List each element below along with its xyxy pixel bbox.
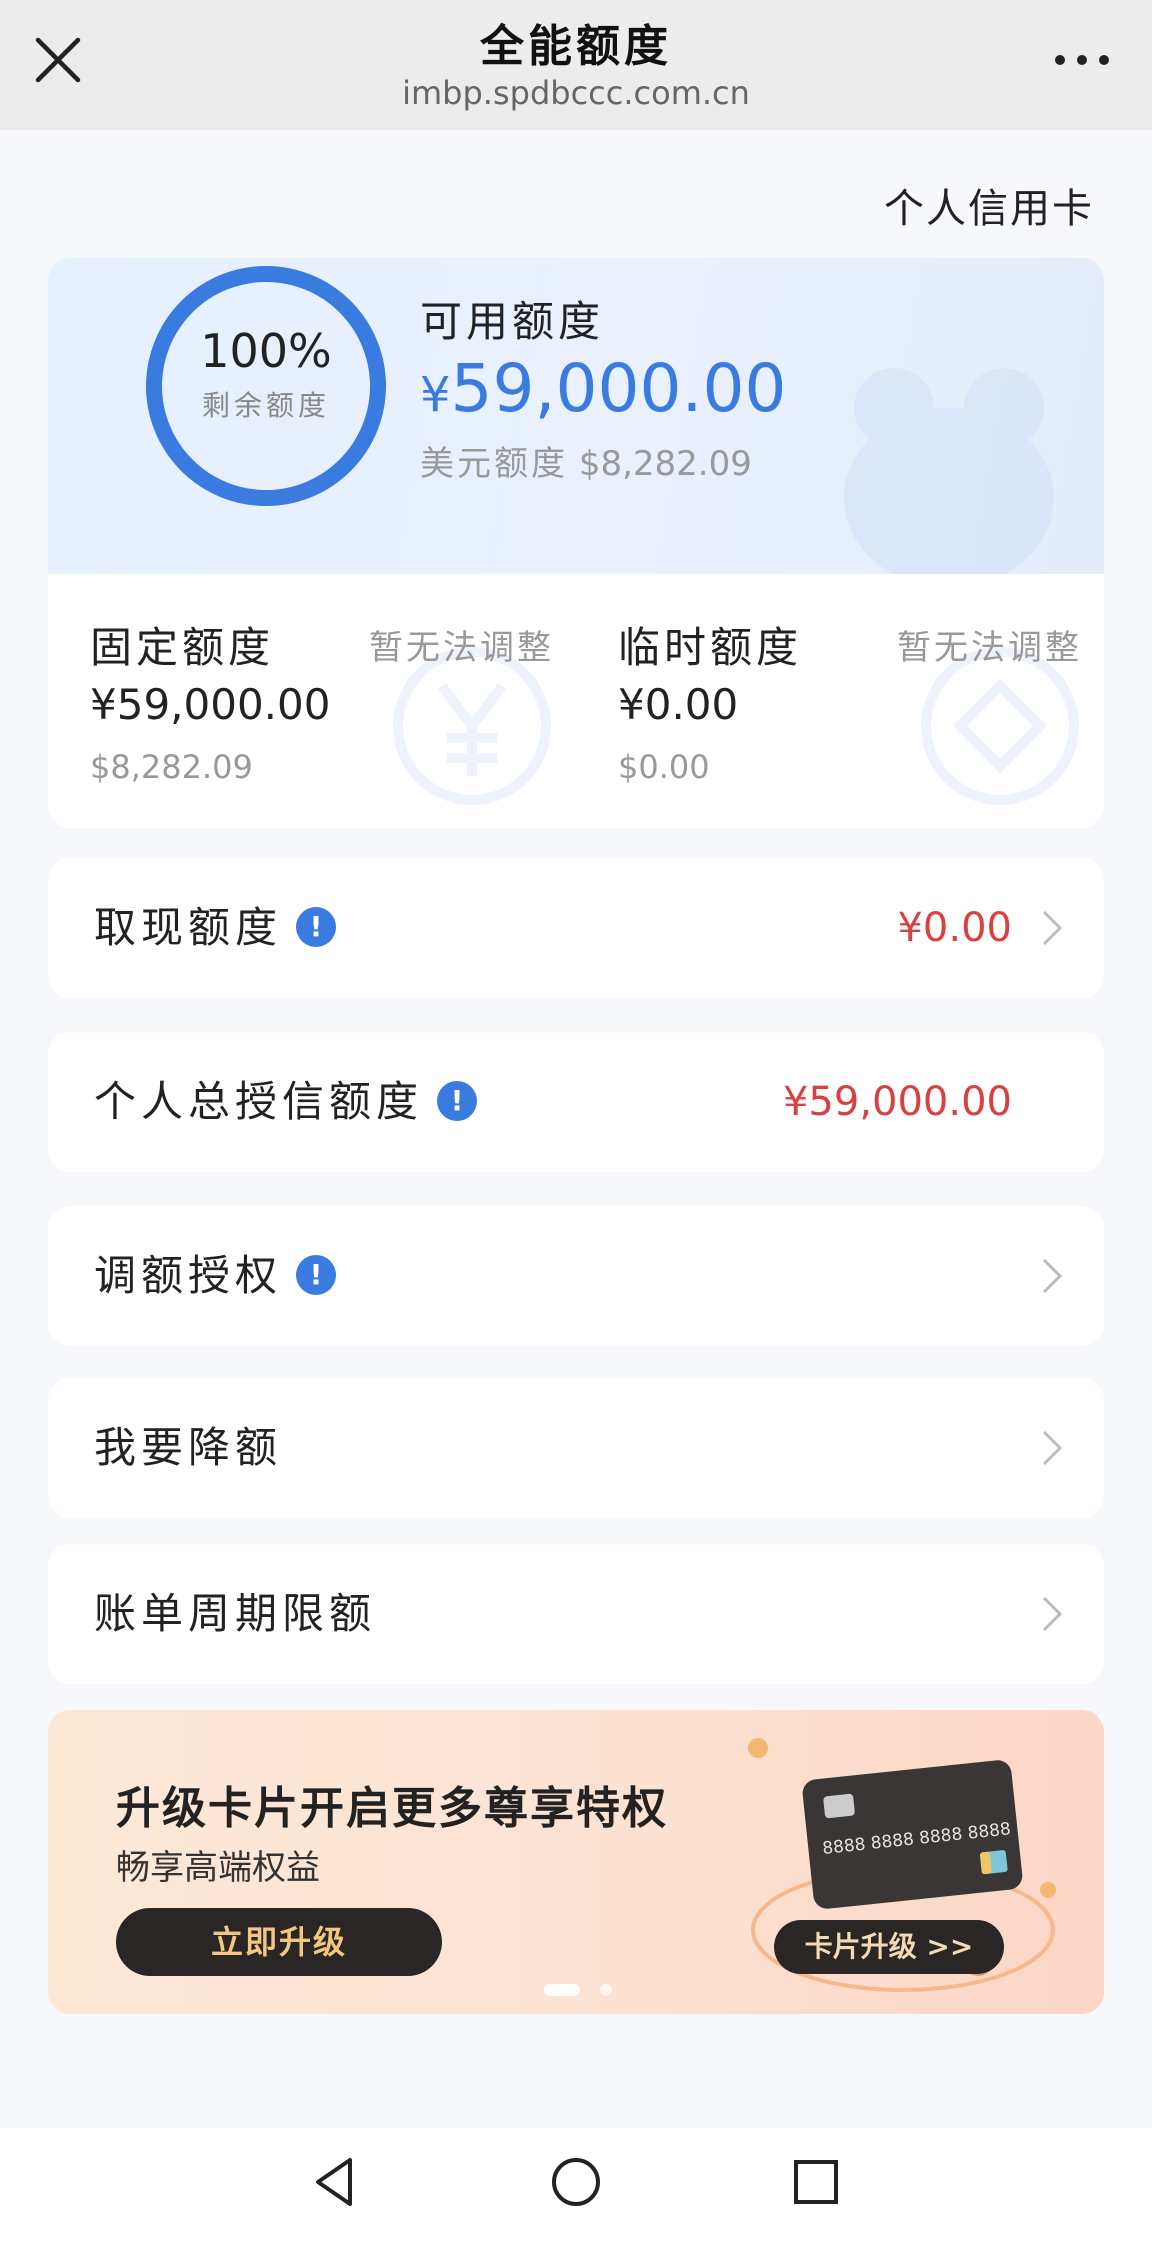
temporary-limit-note: 暂无法调整 xyxy=(897,628,1082,668)
banner-title: 升级卡片开启更多尊享特权 xyxy=(116,1783,668,1834)
card-type-selector[interactable]: 个人信用卡 xyxy=(884,176,1094,234)
banner-subtitle: 畅享高端权益 xyxy=(116,1848,320,1888)
carousel-dot-active xyxy=(544,1984,580,1996)
row-label: 调额授权 xyxy=(94,1251,283,1300)
upgrade-banner[interactable]: 升级卡片开启更多尊享特权 畅享高端权益 立即升级 8888 8888 8888 … xyxy=(48,1710,1104,2014)
available-limit-label: 可用额度 xyxy=(420,297,605,346)
info-icon[interactable]: ! xyxy=(296,907,337,947)
chevron-right-icon xyxy=(1042,1430,1063,1466)
billing-cycle-limit-row[interactable]: 账单周期限额 xyxy=(48,1544,1104,1684)
fixed-limit-panel: 固定额度 暂无法调整 ¥59,000.00 $8,282.09 xyxy=(48,574,578,828)
info-icon[interactable]: ! xyxy=(437,1081,478,1121)
page-title: 全能额度 xyxy=(480,21,672,72)
available-limit-panel: 100% 剩余额度 可用额度 ¥59,000.00 美元额度 $8,282.09 xyxy=(48,258,1104,574)
fixed-limit-note: 暂无法调整 xyxy=(369,628,554,668)
diamond-coin-icon xyxy=(921,647,1079,805)
chevron-right-icon xyxy=(1042,910,1063,946)
available-limit-amount: ¥59,000.00 xyxy=(420,350,787,427)
back-icon[interactable] xyxy=(304,2150,368,2214)
row-label: 个人总授信额度 xyxy=(94,1077,424,1126)
upgrade-now-button[interactable]: 立即升级 xyxy=(116,1908,442,1976)
row-label: 我要降额 xyxy=(94,1423,283,1472)
row-label: 取现额度 xyxy=(94,903,283,952)
carousel-dot xyxy=(600,1984,612,1996)
total-credit-row[interactable]: 个人总授信额度! ¥59,000.00 xyxy=(48,1032,1104,1172)
fixed-limit-amount: ¥59,000.00 xyxy=(90,680,331,729)
mascot-watermark-icon xyxy=(844,368,1054,574)
card-upgrade-badge[interactable]: 卡片升级 >> xyxy=(774,1920,1004,1974)
system-nav-bar xyxy=(0,2128,1152,2247)
reduce-limit-row[interactable]: 我要降额 xyxy=(48,1378,1104,1518)
recents-icon[interactable] xyxy=(784,2150,848,2214)
fixed-limit-title: 固定额度 xyxy=(90,623,275,672)
page-url: imbp.spdbccc.com.cn xyxy=(402,74,750,112)
fixed-limit-usd: $8,282.09 xyxy=(90,748,253,786)
chevron-right-icon xyxy=(1042,1596,1063,1632)
usd-limit: 美元额度 $8,282.09 xyxy=(420,444,752,484)
limit-card: 100% 剩余额度 可用额度 ¥59,000.00 美元额度 $8,282.09… xyxy=(48,258,1104,828)
temporary-limit-title: 临时额度 xyxy=(618,623,803,672)
limit-adjust-auth-row[interactable]: 调额授权! xyxy=(48,1206,1104,1346)
more-icon[interactable] xyxy=(1052,50,1112,70)
row-label: 账单周期限额 xyxy=(94,1589,377,1638)
yuan-coin-icon xyxy=(393,647,551,805)
info-icon[interactable]: ! xyxy=(296,1255,337,1295)
home-icon[interactable] xyxy=(544,2150,608,2214)
temporary-limit-panel: 临时额度 暂无法调整 ¥0.00 $0.00 xyxy=(576,574,1104,828)
carousel-indicator xyxy=(544,1984,624,1998)
temporary-limit-amount: ¥0.00 xyxy=(618,680,739,729)
ring-label: 剩余额度 xyxy=(201,389,330,422)
top-bar: 全能额度 imbp.spdbccc.com.cn xyxy=(0,0,1152,130)
cash-limit-row[interactable]: 取现额度! ¥0.00 xyxy=(48,858,1104,998)
row-value: ¥59,000.00 xyxy=(782,1079,1012,1125)
temporary-limit-usd: $0.00 xyxy=(618,748,710,786)
chevron-right-icon xyxy=(1042,1258,1063,1294)
ring-percent: 100% xyxy=(200,324,332,378)
row-value: ¥0.00 xyxy=(897,905,1012,951)
